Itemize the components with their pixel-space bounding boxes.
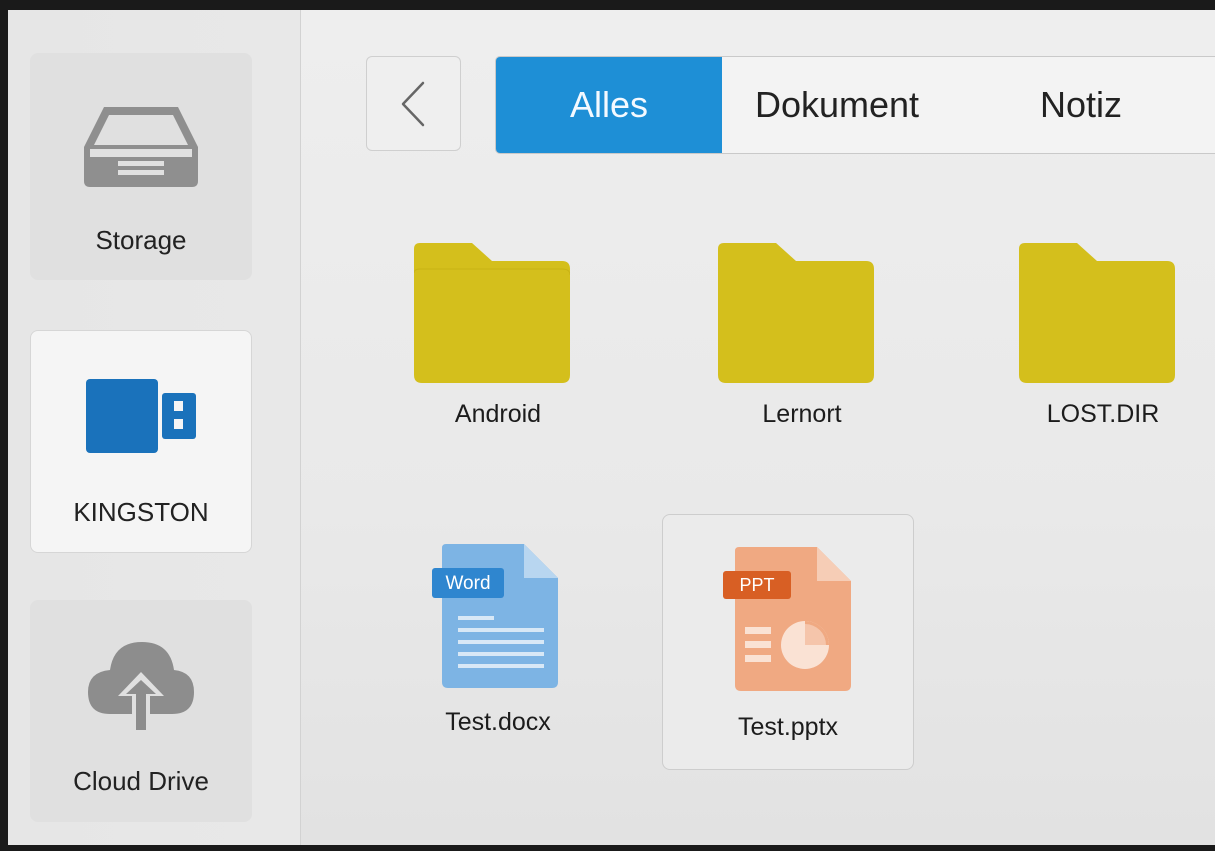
ppt-presentation-icon: PPT xyxy=(723,547,851,691)
sidebar-item-label: Cloud Drive xyxy=(73,766,209,796)
sidebar-item-label: KINGSTON xyxy=(73,497,209,527)
folder-icon xyxy=(414,243,570,383)
cloud-upload-icon xyxy=(88,642,194,732)
usb-drive-icon xyxy=(86,379,196,453)
file-test-pptx[interactable]: PPT Test.pptx xyxy=(662,514,914,770)
file-name: Android xyxy=(454,400,542,428)
tab-dokument[interactable]: Dokument xyxy=(722,57,952,153)
folder-lost-dir[interactable]: LOST.DIR xyxy=(993,235,1213,435)
sidebar-item-cloud-drive[interactable]: Cloud Drive xyxy=(30,600,252,822)
folder-icon xyxy=(718,243,874,383)
sidebar-item-storage[interactable]: Storage xyxy=(30,53,252,280)
file-test-docx[interactable]: Word Test.docx xyxy=(398,540,598,755)
tab-alles[interactable]: Alles xyxy=(496,57,722,153)
sidebar: Storage KINGSTON Cloud Drive xyxy=(8,10,301,845)
word-document-icon: Word xyxy=(432,544,558,688)
file-name: Lernort xyxy=(762,400,842,428)
tab-notiz[interactable]: Notiz xyxy=(966,57,1196,153)
sidebar-item-label: Storage xyxy=(95,225,187,255)
file-name: Test.pptx xyxy=(737,713,839,741)
svg-text:PPT: PPT xyxy=(739,575,774,595)
file-name: LOST.DIR xyxy=(1046,400,1160,428)
folder-icon xyxy=(1019,243,1175,383)
storage-tray-icon xyxy=(84,107,198,187)
back-button[interactable] xyxy=(366,56,461,151)
svg-text:Word: Word xyxy=(445,573,490,594)
chevron-left-icon xyxy=(401,81,425,127)
file-name: Test.docx xyxy=(445,708,551,736)
filter-tabs: Alles Dokument Notiz xyxy=(495,56,1215,154)
sidebar-item-kingston[interactable]: KINGSTON xyxy=(30,330,252,553)
folder-lernort[interactable]: Lernort xyxy=(692,235,912,435)
folder-android[interactable]: Android xyxy=(388,235,608,435)
file-manager-screen: Storage KINGSTON Cloud Drive Alles Dokum… xyxy=(8,10,1215,845)
